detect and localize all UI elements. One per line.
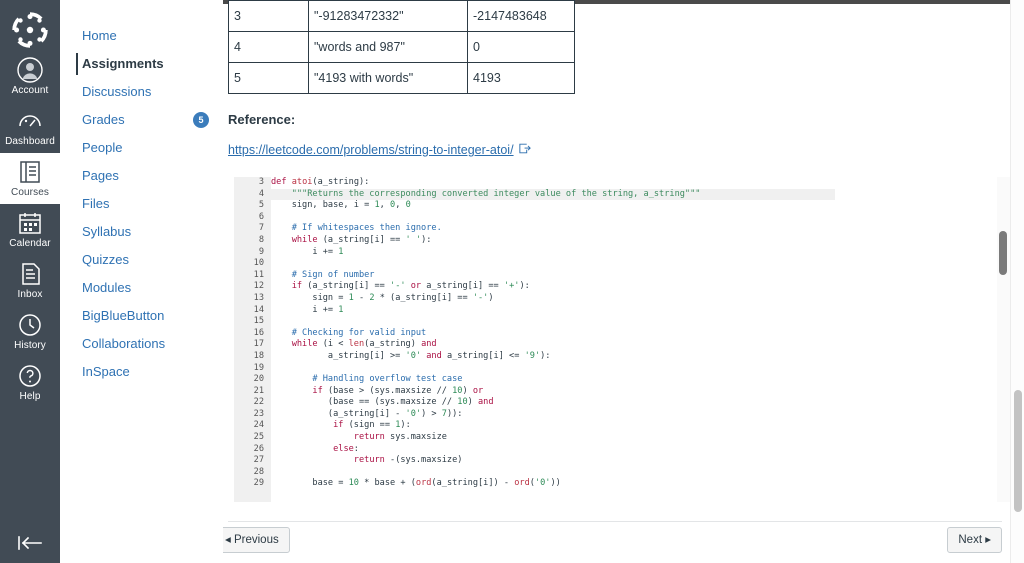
course-nav-item-discussions[interactable]: Discussions [60,78,223,106]
course-nav-label: Collaborations [82,336,166,351]
table-cell-input: "words and 987" [308,31,468,63]
calendar-icon [17,210,43,236]
course-nav-label: Discussions [82,84,152,99]
global-nav-label: Help [19,391,41,402]
course-navigation: Home Assignments Discussions Grades 5 Pe… [60,0,223,563]
course-nav-item-home[interactable]: Home [60,22,223,50]
page-scrollbar-thumb[interactable] [1014,390,1022,512]
reference-heading: Reference: [228,112,296,127]
reference-link[interactable]: https://leetcode.com/problems/string-to-… [228,143,514,157]
history-clock-icon [17,312,43,338]
course-nav-label: BigBlueButton [82,308,165,323]
reference-link-row: https://leetcode.com/problems/string-to-… [228,141,531,159]
assignment-content: 3 "-91283472332" -2147483648 4 "words an… [223,0,1010,563]
table-cell-input: "4193 with words" [308,62,468,94]
account-avatar-icon [17,57,43,83]
code-block[interactable]: 3 def atoi(a_string): 4 """Returns the co… [234,177,1004,502]
course-nav-item-quizzes[interactable]: Quizzes [60,246,223,274]
global-nav-item-calendar[interactable]: Calendar [0,204,60,255]
grades-unread-badge: 5 [193,112,209,128]
dashboard-icon [17,108,43,134]
footer-divider [228,521,1002,522]
course-nav-item-collaborations[interactable]: Collaborations [60,330,223,358]
table-row: 4 "words and 987" 0 [228,31,575,63]
table-row: 5 "4193 with words" 4193 [228,62,575,94]
course-nav-label: Home [82,28,117,43]
canvas-logo[interactable] [9,9,51,51]
course-nav-item-bigbluebutton[interactable]: BigBlueButton [60,302,223,330]
global-nav-item-courses[interactable]: Courses [0,153,60,204]
global-nav-label: History [14,340,46,351]
course-nav-item-modules[interactable]: Modules [60,274,223,302]
help-question-icon [17,363,43,389]
course-nav-label: Grades [82,112,125,127]
course-nav-item-inspace[interactable]: InSpace [60,358,223,386]
global-nav-item-account[interactable]: Account [0,51,60,102]
collapse-left-icon[interactable] [0,523,60,563]
table-cell-index: 3 [228,0,309,32]
course-nav-item-pages[interactable]: Pages [60,162,223,190]
course-nav-label: InSpace [82,364,130,379]
global-nav-item-history[interactable]: History [0,306,60,357]
code-block-scrollbar-thumb[interactable] [999,231,1007,275]
course-nav-item-files[interactable]: Files [60,190,223,218]
courses-book-icon [17,159,43,185]
table-row: 3 "-91283472332" -2147483648 [228,0,575,32]
global-nav-label: Account [11,85,49,96]
global-nav-label: Courses [11,187,49,198]
global-nav-label: Inbox [17,289,43,300]
course-nav-item-grades[interactable]: Grades 5 [60,106,223,134]
table-cell-output: 4193 [467,62,575,94]
examples-table: 3 "-91283472332" -2147483648 4 "words an… [228,0,575,94]
table-cell-index: 5 [228,62,309,94]
code-block-scrollbar[interactable] [997,177,1010,502]
global-nav-item-dashboard[interactable]: Dashboard [0,102,60,153]
course-nav-label: Modules [82,280,132,295]
table-cell-index: 4 [228,31,309,63]
code-block-inner: 3 def atoi(a_string): 4 """Returns the co… [234,177,1004,502]
course-nav-label: Quizzes [82,252,129,267]
course-nav-label: Files [82,196,110,211]
global-nav-label: Calendar [9,238,51,249]
table-cell-output: -2147483648 [467,0,575,32]
global-nav-label: Dashboard [5,136,55,147]
page-scrollbar[interactable] [1010,0,1024,563]
inbox-icon [17,261,43,287]
canvas-assignment-page: Account Dashboard Courses Calendar Inbox [0,0,1024,563]
previous-button[interactable]: ◂ Previous [223,527,290,553]
table-cell-input: "-91283472332" [308,0,468,32]
course-nav-item-syllabus[interactable]: Syllabus [60,218,223,246]
global-navigation: Account Dashboard Courses Calendar Inbox [0,0,60,563]
course-nav-label: Syllabus [82,224,132,239]
table-cell-output: 0 [467,31,575,63]
course-nav-item-people[interactable]: People [60,134,223,162]
course-nav-label: Assignments [82,56,164,71]
course-nav-label: People [82,140,123,155]
external-link-icon [518,141,531,159]
code-text: 3 def atoi(a_string): 4 """Returns the co… [253,177,701,489]
course-nav-label: Pages [82,168,119,183]
global-nav-item-inbox[interactable]: Inbox [0,255,60,306]
course-nav-item-assignments[interactable]: Assignments [60,50,223,78]
next-button[interactable]: Next ▸ [947,527,1002,553]
global-nav-item-help[interactable]: Help [0,357,60,408]
